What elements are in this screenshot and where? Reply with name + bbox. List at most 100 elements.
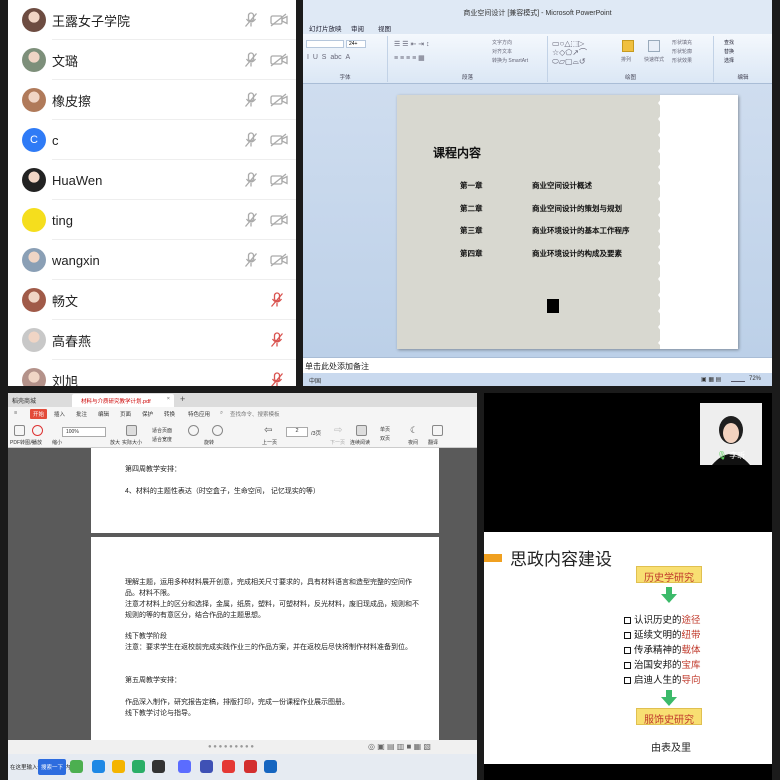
zoom-level[interactable]: 72% bbox=[749, 376, 761, 382]
actual-size-icon[interactable] bbox=[126, 425, 137, 436]
align-buttons[interactable]: ≡ ≡ ≡ ≡ ▦ bbox=[394, 54, 425, 62]
menu-start[interactable]: 开始 bbox=[30, 409, 48, 419]
camera-off-icon[interactable] bbox=[270, 173, 288, 187]
next-page-icon[interactable]: ⇨ bbox=[334, 425, 342, 436]
camera-off-icon[interactable] bbox=[270, 133, 288, 147]
shape-fill-button[interactable]: 形状填充 bbox=[672, 39, 692, 46]
prev-page-label[interactable]: 上一页 bbox=[262, 439, 277, 446]
menu-page[interactable]: 页面 bbox=[120, 410, 131, 418]
mic-muted-icon[interactable] bbox=[244, 252, 258, 268]
participant-row[interactable]: 刘旭 bbox=[8, 360, 296, 386]
zoom-slider[interactable] bbox=[731, 376, 745, 382]
translate-icon[interactable] bbox=[432, 425, 443, 436]
double-page-label[interactable]: 双页 bbox=[380, 435, 390, 442]
notes-pane[interactable]: 单击此处添加备注 bbox=[303, 357, 772, 373]
prev-page-icon[interactable]: ⇦ bbox=[264, 425, 272, 436]
zoom-in-label[interactable]: 放大 bbox=[110, 439, 120, 446]
mic-muted-icon[interactable] bbox=[244, 172, 258, 188]
continuous-label[interactable]: 连续阅读 bbox=[350, 439, 370, 446]
slide-black-shape[interactable] bbox=[547, 299, 559, 313]
command-search[interactable]: 查找命令、搜索模板 bbox=[230, 410, 280, 418]
list-buttons[interactable]: ☰ ☰ ⇤ ⇥ ↕ bbox=[394, 40, 430, 48]
wps-icon[interactable] bbox=[200, 760, 213, 773]
shape-effects-button[interactable]: 形状效果 bbox=[672, 57, 692, 64]
new-tab-icon[interactable]: + bbox=[180, 394, 185, 404]
pdf-icon[interactable] bbox=[222, 760, 235, 773]
participant-row[interactable]: 文璐 bbox=[8, 40, 296, 80]
home-tab[interactable]: 稻壳商城 bbox=[12, 396, 36, 405]
mic-muted-icon[interactable] bbox=[244, 52, 258, 68]
participant-row[interactable]: 畅文 bbox=[8, 280, 296, 320]
play-icon[interactable] bbox=[32, 425, 43, 436]
quick-styles-icon[interactable] bbox=[648, 40, 660, 52]
participant-row[interactable]: 橡皮擦 bbox=[8, 80, 296, 120]
night-mode-label[interactable]: 夜间 bbox=[408, 439, 418, 446]
edge-icon[interactable] bbox=[92, 760, 105, 773]
page-number-input[interactable]: 2 bbox=[286, 427, 308, 437]
current-slide[interactable]: 课程内容 第一章 商业空间设计概述 第二章 商业空间设计的策划与规划 第三章 商… bbox=[397, 95, 738, 349]
menu-features[interactable]: 特色应用 bbox=[188, 410, 210, 418]
rotate-label[interactable]: 旋转 bbox=[204, 439, 214, 446]
font-format-buttons[interactable]: I U S abc A bbox=[307, 54, 350, 61]
mic-muted-icon[interactable] bbox=[270, 332, 284, 348]
app-icon-3[interactable] bbox=[244, 760, 257, 773]
translate-label[interactable]: 翻译 bbox=[428, 439, 438, 446]
smartart-button[interactable]: 转换为 SmartArt bbox=[492, 57, 528, 64]
continuous-icon[interactable] bbox=[356, 425, 367, 436]
night-mode-icon[interactable]: ☾ bbox=[410, 425, 418, 436]
arrange-button[interactable]: 排列 bbox=[621, 56, 631, 63]
view-buttons[interactable]: ▣ ▦ ▤ bbox=[701, 376, 721, 383]
fit-width-label[interactable]: 适合宽度 bbox=[152, 436, 172, 443]
view-mode-icons[interactable]: ◎ ▣ ▤ ▥ ■ ▦ ▧ bbox=[368, 742, 431, 751]
tab-review[interactable]: 审阅 bbox=[351, 23, 364, 33]
font-size-box[interactable]: 24+ bbox=[346, 40, 366, 48]
participant-row[interactable]: Cc bbox=[8, 120, 296, 160]
participant-row[interactable]: 王露女子学院 bbox=[8, 0, 296, 40]
camera-off-icon[interactable] bbox=[270, 53, 288, 67]
actual-size-label[interactable]: 实际大小 bbox=[122, 439, 142, 446]
quick-styles-button[interactable]: 快速样式 bbox=[644, 56, 664, 63]
zoom-select[interactable]: 100% bbox=[62, 427, 106, 437]
participant-row[interactable]: ting bbox=[8, 200, 296, 240]
shapes-gallery[interactable]: ▭○△⬚▷ ☆◇⬠↗⌒ ⬭▱▢⌓↺ bbox=[552, 39, 587, 66]
find-button[interactable]: 查找 bbox=[724, 39, 734, 46]
mic-muted-icon[interactable] bbox=[244, 12, 258, 28]
menu-comment[interactable]: 批注 bbox=[76, 410, 87, 418]
text-direction-button[interactable]: 文字方向 bbox=[492, 39, 512, 46]
close-tab-icon[interactable]: × bbox=[167, 396, 170, 402]
align-text-button[interactable]: 对齐文本 bbox=[492, 48, 512, 55]
camera-off-icon[interactable] bbox=[270, 253, 288, 267]
mic-muted-icon[interactable] bbox=[270, 372, 284, 386]
camera-off-icon[interactable] bbox=[270, 93, 288, 107]
menu-edit[interactable]: 编辑 bbox=[98, 410, 109, 418]
tab-view[interactable]: 视图 bbox=[378, 23, 391, 33]
participant-row[interactable]: wangxin bbox=[8, 240, 296, 280]
next-page-label[interactable]: 下一页 bbox=[330, 439, 345, 446]
rotate-left-icon[interactable] bbox=[188, 425, 199, 436]
menu-icon[interactable]: ≡ bbox=[14, 410, 17, 416]
fit-page-label[interactable]: 适合页面 bbox=[152, 427, 172, 434]
app-icon-4[interactable] bbox=[264, 760, 277, 773]
select-button[interactable]: 选择 bbox=[724, 57, 734, 64]
presenter-camera[interactable]: 🎙 李昕 bbox=[700, 403, 762, 465]
menu-insert[interactable]: 插入 bbox=[54, 410, 65, 418]
file-explorer-icon[interactable] bbox=[112, 760, 125, 773]
taskbar-search-button[interactable]: 搜索一下 bbox=[38, 759, 67, 775]
zoom-out-label[interactable]: 缩小 bbox=[52, 439, 62, 446]
replace-button[interactable]: 替换 bbox=[724, 48, 734, 55]
mic-muted-icon[interactable] bbox=[244, 132, 258, 148]
font-name-box[interactable] bbox=[306, 40, 344, 48]
mic-muted-icon[interactable] bbox=[244, 212, 258, 228]
participant-row[interactable]: HuaWen bbox=[8, 160, 296, 200]
single-page-label[interactable]: 单页 bbox=[380, 426, 390, 433]
menu-protect[interactable]: 保护 bbox=[142, 410, 153, 418]
search-icon[interactable]: ⌕ bbox=[220, 410, 223, 417]
menu-convert[interactable]: 转换 bbox=[164, 410, 175, 418]
rotate-right-icon[interactable] bbox=[212, 425, 223, 436]
mic-muted-icon[interactable] bbox=[244, 92, 258, 108]
app-icon-1[interactable] bbox=[152, 760, 165, 773]
mic-muted-icon[interactable] bbox=[270, 292, 284, 308]
camera-off-icon[interactable] bbox=[270, 13, 288, 27]
document-tab[interactable]: 材料与介质研究教学计划.pdf × bbox=[72, 394, 174, 407]
camera-off-icon[interactable] bbox=[270, 213, 288, 227]
